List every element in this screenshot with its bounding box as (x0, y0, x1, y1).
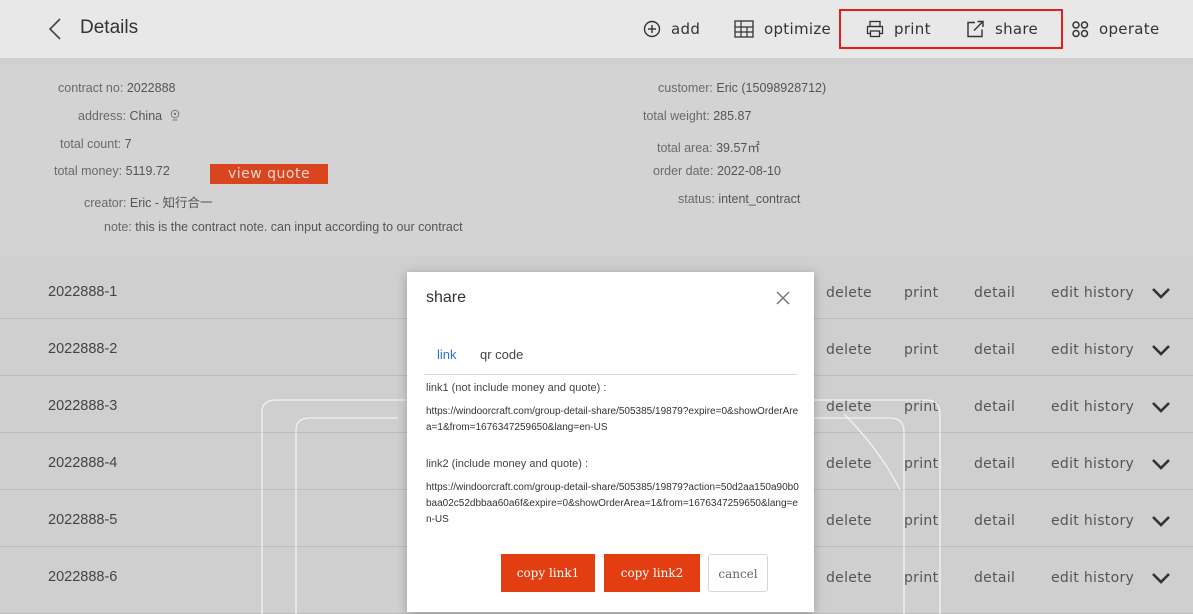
close-icon[interactable] (775, 290, 791, 306)
detail-button[interactable]: detail (974, 399, 1015, 415)
chevron-down-icon[interactable] (1151, 400, 1171, 414)
delete-button[interactable]: delete (826, 570, 872, 586)
chevron-down-icon[interactable] (1151, 514, 1171, 528)
customer-field: customer: Eric (15098928712) (658, 81, 827, 95)
edit-history-button[interactable]: edit history (1051, 513, 1134, 529)
chevron-down-icon[interactable] (1151, 343, 1171, 357)
delete-button[interactable]: delete (826, 399, 872, 415)
row-id: 2022888-3 (48, 398, 118, 414)
detail-button[interactable]: detail (974, 570, 1015, 586)
copy-link1-button[interactable]: copy link1 (501, 554, 595, 592)
creator-field: creator: Eric - 知行合一 (84, 196, 213, 210)
row-id: 2022888-2 (48, 341, 118, 357)
back-arrow-icon[interactable] (48, 17, 62, 41)
edit-history-button[interactable]: edit history (1051, 399, 1134, 415)
edit-history-button[interactable]: edit history (1051, 570, 1134, 586)
row-id: 2022888-6 (48, 569, 118, 585)
row-id: 2022888-1 (48, 284, 118, 300)
tab-link[interactable]: link (437, 347, 457, 362)
plus-circle-icon (643, 20, 661, 38)
optimize-label: optimize (764, 20, 832, 38)
link1-heading: link1 (not include money and quote) : (426, 382, 607, 394)
contract-no-field: contract no: 2022888 (58, 81, 176, 95)
print-share-highlight (839, 9, 1063, 49)
operate-label: operate (1099, 20, 1160, 38)
detail-button[interactable]: detail (974, 513, 1015, 529)
note-field: note: this is the contract note. can inp… (104, 220, 463, 234)
contract-info-panel: contract no: 2022888 address: China tota… (0, 64, 1193, 256)
total-money-field: total money: 5119.72 (54, 164, 170, 178)
chevron-down-icon[interactable] (1151, 571, 1171, 585)
delete-button[interactable]: delete (826, 513, 872, 529)
dialog-title: share (426, 289, 467, 306)
delete-button[interactable]: delete (826, 456, 872, 472)
edit-history-button[interactable]: edit history (1051, 285, 1134, 301)
print-row-button[interactable]: print (904, 456, 938, 472)
location-pin-icon[interactable] (170, 109, 180, 121)
status-field: status: intent_contract (678, 192, 801, 206)
detail-button[interactable]: detail (974, 456, 1015, 472)
link2-heading: link2 (include money and quote) : (426, 458, 589, 470)
detail-button[interactable]: detail (974, 285, 1015, 301)
apps-icon (1072, 20, 1089, 37)
row-id: 2022888-4 (48, 455, 118, 471)
tab-divider (424, 374, 797, 375)
link2-url[interactable]: https://windoorcraft.com/group-detail-sh… (426, 480, 800, 528)
edit-history-button[interactable]: edit history (1051, 456, 1134, 472)
print-row-button[interactable]: print (904, 570, 938, 586)
add-label: add (671, 20, 701, 38)
cancel-button[interactable]: cancel (708, 554, 768, 592)
print-row-button[interactable]: print (904, 399, 938, 415)
add-button[interactable]: add (643, 18, 700, 40)
print-row-button[interactable]: print (904, 342, 938, 358)
delete-button[interactable]: delete (826, 342, 872, 358)
detail-button[interactable]: detail (974, 342, 1015, 358)
total-area-field: total area: 39.57㎡ (657, 141, 760, 155)
link1-url[interactable]: https://windoorcraft.com/group-detail-sh… (426, 404, 800, 436)
address-field: address: China (78, 109, 180, 123)
view-quote-button[interactable]: view quote (210, 164, 328, 184)
print-row-button[interactable]: print (904, 285, 938, 301)
page-title: Details (80, 17, 139, 38)
order-date-field: order date: 2022-08-10 (653, 164, 781, 178)
tab-qr-code[interactable]: qr code (480, 347, 523, 362)
total-count-field: total count: 7 (60, 137, 132, 151)
chevron-down-icon[interactable] (1151, 457, 1171, 471)
share-dialog: share link qr code link1 (not include mo… (407, 272, 814, 612)
edit-history-button[interactable]: edit history (1051, 342, 1134, 358)
chevron-down-icon[interactable] (1151, 286, 1171, 300)
print-row-button[interactable]: print (904, 513, 938, 529)
operate-button[interactable]: operate (1072, 18, 1160, 40)
grid-optimize-icon (734, 20, 754, 38)
optimize-button[interactable]: optimize (734, 18, 831, 40)
delete-button[interactable]: delete (826, 285, 872, 301)
copy-link2-button[interactable]: copy link2 (604, 554, 700, 592)
row-id: 2022888-5 (48, 512, 118, 528)
total-weight-field: total weight: 285.87 (643, 109, 752, 123)
top-bar: Details add optimize print share operate (0, 0, 1193, 58)
